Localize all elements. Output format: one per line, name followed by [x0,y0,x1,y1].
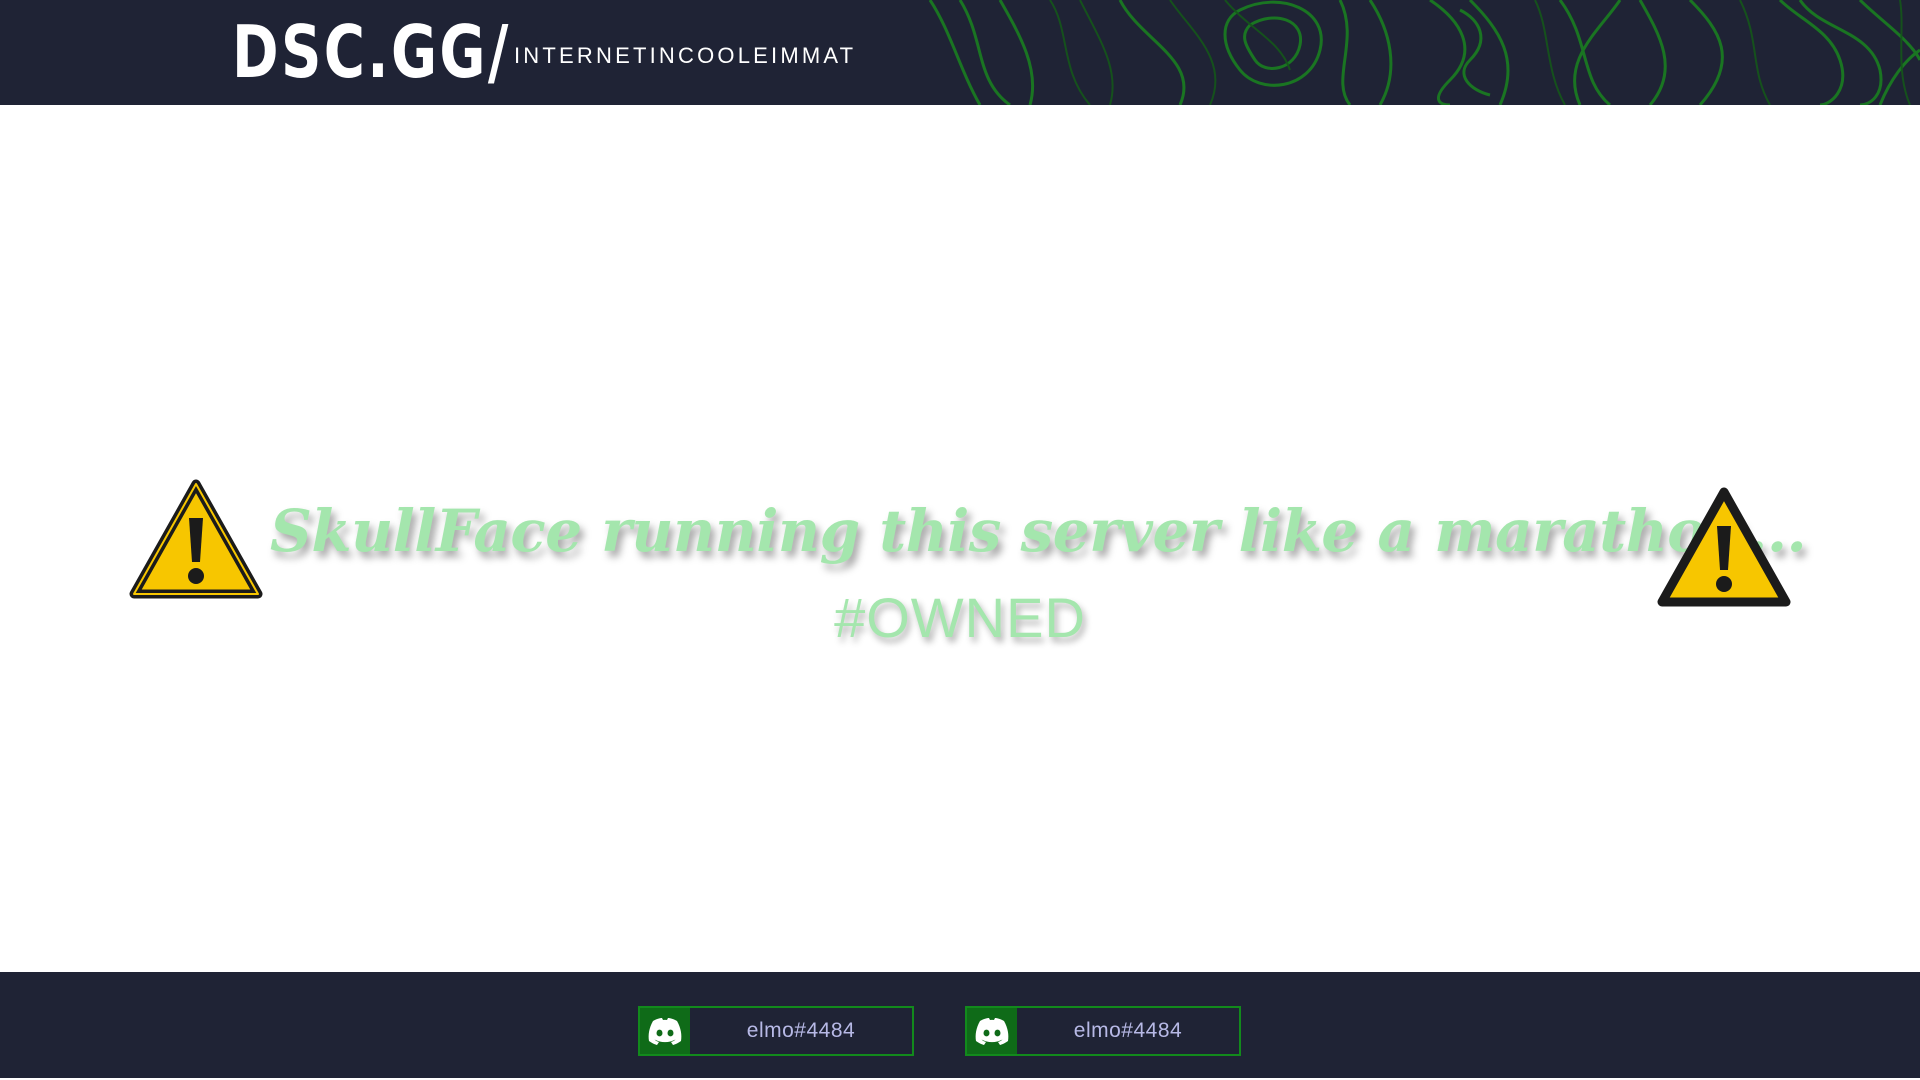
brand-domain: DSC.GG/ [232,10,511,94]
discord-tag: elmo#4484 [638,1006,914,1056]
header-bar: DSC.GG/ INTERNETINCOOLEIMMAT [0,0,1920,105]
warning-icon [1657,487,1791,607]
brand: DSC.GG/ INTERNETINCOOLEIMMAT [232,6,856,98]
brand-slug: INTERNETINCOOLEIMMAT [514,43,857,68]
discord-username: elmo#4484 [1073,1019,1183,1042]
headline: SkullFace running this server like a mar… [270,497,1807,565]
footer-bar [0,972,1920,1078]
warning-icon [129,479,263,599]
discord-icon [967,1008,1017,1054]
overlay-stage: DSC.GG/ INTERNETINCOOLEIMMAT SkullFace r… [0,0,1920,1080]
discord-tag: elmo#4484 [965,1006,1241,1056]
discord-icon [640,1008,690,1054]
subline: #OWNED [834,586,1086,649]
discord-username: elmo#4484 [746,1019,856,1042]
